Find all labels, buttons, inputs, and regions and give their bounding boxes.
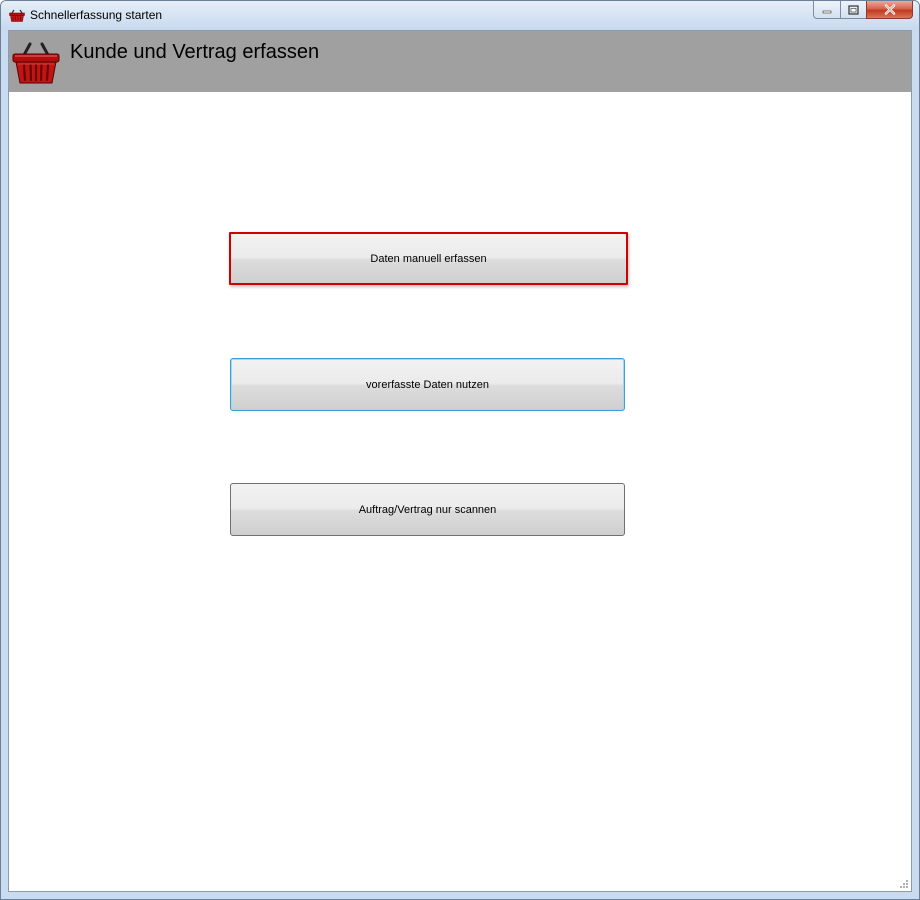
maximize-icon — [848, 4, 859, 15]
manual-entry-button[interactable]: Daten manuell erfassen — [229, 232, 628, 285]
caption-buttons — [813, 1, 913, 21]
basket-icon — [9, 9, 25, 22]
minimize-button[interactable] — [813, 1, 840, 19]
title-bar[interactable]: Schnellerfassung starten — [1, 1, 919, 30]
header-banner: Kunde und Vertrag erfassen — [9, 31, 911, 92]
maximize-button[interactable] — [840, 1, 866, 19]
use-prefilled-data-button-label: vorerfasste Daten nutzen — [366, 378, 489, 391]
page-title: Kunde und Vertrag erfassen — [70, 41, 320, 63]
close-icon — [884, 4, 895, 15]
minimize-icon — [822, 10, 832, 13]
scan-only-button-label: Auftrag/Vertrag nur scannen — [358, 503, 497, 516]
resize-grip-icon[interactable] — [899, 879, 909, 889]
window-title: Schnellerfassung starten — [30, 8, 163, 22]
use-prefilled-data-button[interactable]: vorerfasste Daten nutzen — [230, 358, 625, 411]
close-button[interactable] — [866, 1, 913, 19]
basket-icon — [12, 42, 60, 84]
scan-only-button[interactable]: Auftrag/Vertrag nur scannen — [230, 483, 625, 536]
client-area: Kunde und Vertrag erfassen Daten manuell… — [8, 30, 912, 892]
app-window: Schnellerfassung starten Kunde und Vertr… — [0, 0, 920, 900]
manual-entry-button-label: Daten manuell erfassen — [370, 252, 487, 265]
